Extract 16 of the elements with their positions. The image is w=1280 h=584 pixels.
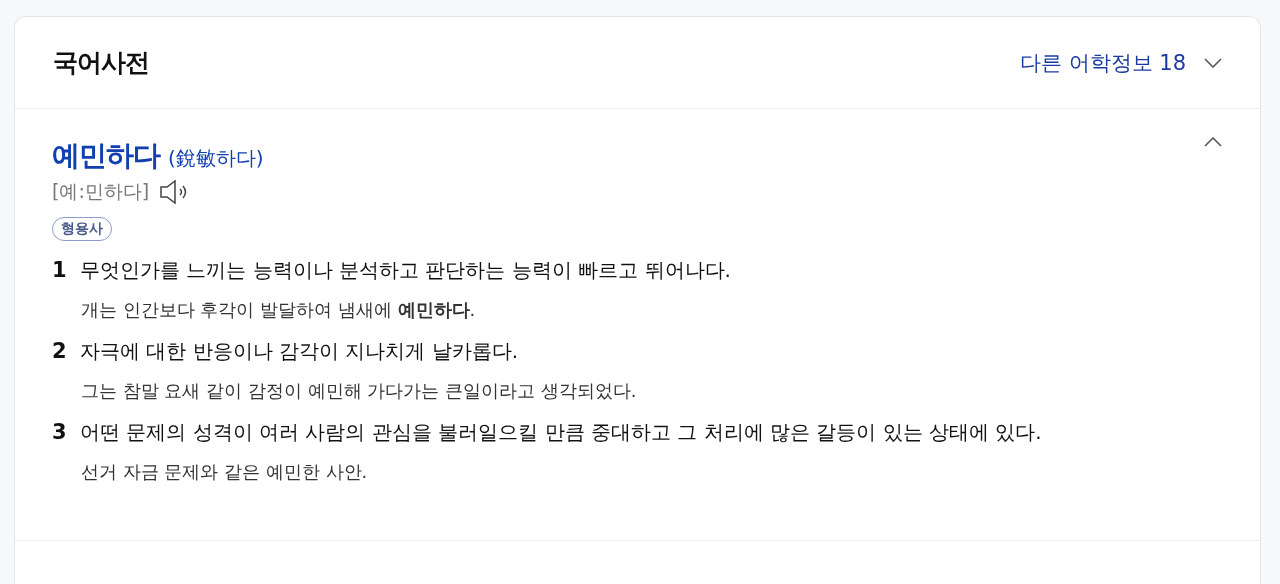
definition-text: 무엇인가를 느끼는 능력이나 분석하고 판단하는 능력이 빠르고 뛰어나다.: [80, 257, 731, 284]
definition-text: 어떤 문제의 성격이 여러 사람의 관심을 불러일으킬 만큼 중대하고 그 처리에 많은 갈등이 있는 상태에 있다.: [80, 419, 1042, 446]
section-title: 국어사전: [53, 47, 149, 79]
hanja-text: (銳敏하다): [168, 145, 264, 172]
example-sentence: 그는 참말 요새 같이 감정이 예민해 가다가는 큰일이라고 생각되었다.: [81, 379, 638, 403]
chevron-up-icon[interactable]: [1204, 137, 1222, 147]
sense-number: 2: [52, 339, 68, 363]
sense-number: 1: [52, 258, 68, 282]
example-sentence: 선거 자금 문제와 같은 예민한 사안.: [81, 460, 369, 484]
chevron-down-icon[interactable]: [1204, 57, 1222, 68]
sense-number: 3: [52, 420, 68, 444]
example-sentence: 개는 인간보다 후각이 발달하여 냄새에 예민하다.: [81, 298, 477, 322]
pronunciation: [예:민하다]: [52, 179, 150, 204]
more-info-link[interactable]: 다른 어학정보 18: [1019, 48, 1186, 77]
definition-text: 자극에 대한 반응이나 감각이 지나치게 날카롭다.: [80, 338, 519, 365]
headword[interactable]: 예민하다: [52, 137, 160, 175]
